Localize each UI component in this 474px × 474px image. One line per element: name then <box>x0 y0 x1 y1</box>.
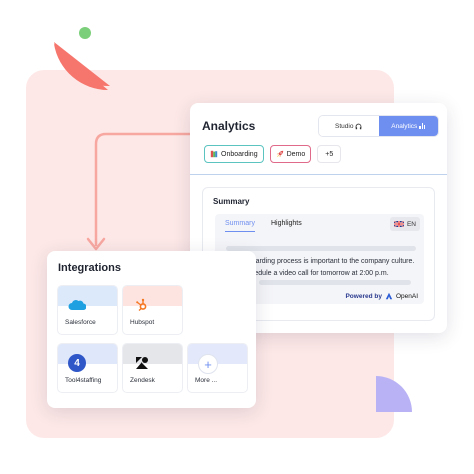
integration-label: Hubspot <box>130 319 155 326</box>
tag-list: Onboarding Demo +5 <box>204 145 342 163</box>
analytics-label: Analytics <box>391 122 418 130</box>
tile-band <box>123 344 182 364</box>
tab-highlights[interactable]: Highlights <box>271 220 302 227</box>
tile-band <box>58 286 117 306</box>
provider-label: OpenAI <box>395 292 418 300</box>
tag-onboarding[interactable]: Onboarding <box>204 145 264 163</box>
analytics-title: Analytics <box>202 119 256 133</box>
integration-tile-more[interactable]: + More ... <box>187 343 248 393</box>
purple-quarter-circle-decoration <box>376 376 412 412</box>
tag-onboarding-label: Onboarding <box>221 150 258 158</box>
tag-demo[interactable]: Demo <box>269 145 312 163</box>
tile-band <box>123 286 182 306</box>
integration-tile-zendesk[interactable]: Zendesk <box>122 343 183 393</box>
book-stack-icon <box>210 150 218 158</box>
zendesk-icon <box>133 354 151 372</box>
summary-title: Summary <box>213 197 250 206</box>
plus-icon: + <box>198 354 218 374</box>
tile-band <box>58 344 117 364</box>
integration-label: Salesforce <box>65 319 96 326</box>
studio-toggle-button[interactable]: Studio <box>319 116 379 136</box>
integration-label: More ... <box>195 377 218 384</box>
divider <box>190 174 447 175</box>
integration-tile-hubspot[interactable]: Hubspot <box>122 285 183 335</box>
powered-by-label: Powered by <box>345 292 382 300</box>
integrations-title: Integrations <box>58 262 121 274</box>
green-dot-decoration <box>79 27 91 39</box>
bar-chart-icon <box>419 123 426 129</box>
headphones-icon <box>356 123 362 129</box>
openai-logo-icon <box>385 292 393 300</box>
integration-tile-tool4staffing[interactable]: 4 Tool4staffing <box>57 343 118 393</box>
placeholder-line <box>226 246 416 251</box>
powered-by: Powered by OpenAI <box>345 292 418 300</box>
studio-label: Studio <box>335 122 354 130</box>
hubspot-icon <box>133 296 151 314</box>
rocket-icon <box>276 150 283 158</box>
more-tags-button[interactable]: +5 <box>317 145 342 163</box>
analytics-toggle-button[interactable]: Analytics <box>378 116 438 136</box>
salesforce-cloud-icon <box>68 296 86 314</box>
integration-label: Tool4staffing <box>65 377 102 384</box>
language-selector[interactable]: EN <box>389 217 420 231</box>
uk-flag-icon <box>393 221 404 227</box>
view-toggle: Studio Analytics <box>318 115 439 137</box>
integrations-card: Integrations Salesforce Hubspot 4 Tool4s… <box>47 251 256 408</box>
placeholder-line <box>259 280 411 285</box>
integration-tile-salesforce[interactable]: Salesforce <box>57 285 118 335</box>
red-quarter-circle-decoration <box>54 42 110 90</box>
integration-label: Zendesk <box>130 377 155 384</box>
language-label: EN <box>406 220 416 228</box>
tool4staffing-icon: 4 <box>68 354 86 372</box>
tab-summary[interactable]: Summary <box>225 220 255 232</box>
tag-demo-label: Demo <box>286 150 306 158</box>
